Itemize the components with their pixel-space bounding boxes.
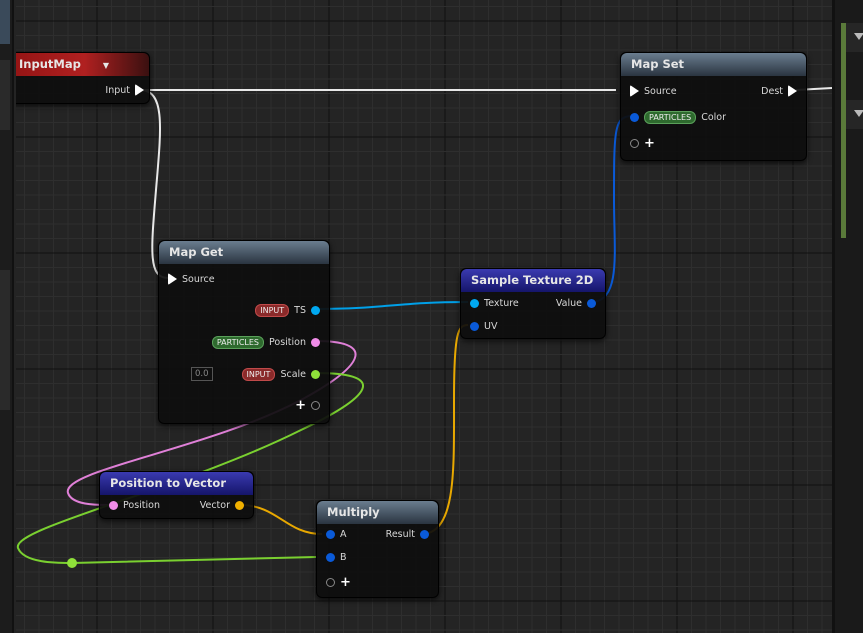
node-title: Map Get bbox=[169, 245, 224, 259]
pin-label: Color bbox=[701, 112, 726, 123]
selection-bar bbox=[841, 23, 846, 238]
left-panel-section bbox=[0, 270, 10, 410]
vector-pin-icon[interactable] bbox=[630, 113, 639, 122]
collapse-arrow-icon[interactable] bbox=[854, 33, 863, 40]
vector-pin-icon[interactable] bbox=[235, 501, 244, 510]
node-header: InputMap ▼ bbox=[16, 53, 149, 76]
vector-pin-icon[interactable] bbox=[470, 322, 479, 331]
pin-color[interactable]: PARTICLES Color bbox=[630, 111, 726, 124]
pin-label: UV bbox=[484, 321, 498, 332]
plus-icon: + bbox=[295, 398, 306, 413]
pin-label: Value bbox=[555, 298, 582, 309]
node-graph-canvas[interactable]: InputMap ▼ Input Map Get Source INPUT TS P… bbox=[16, 0, 832, 633]
pin-position[interactable]: Position bbox=[109, 500, 160, 511]
pin-label: Dest bbox=[761, 85, 783, 97]
left-panel-section bbox=[0, 60, 10, 130]
plus-icon: + bbox=[644, 136, 655, 151]
pin-label: Scale bbox=[280, 369, 306, 380]
pin-value[interactable]: Value bbox=[556, 298, 596, 309]
pin-label: Position bbox=[123, 500, 160, 511]
add-pin-button[interactable]: + bbox=[630, 136, 655, 151]
pin-label: TS bbox=[294, 305, 306, 316]
pin-input[interactable]: Input bbox=[105, 84, 144, 96]
vector-pin-icon[interactable] bbox=[326, 553, 335, 562]
panel-row[interactable] bbox=[846, 100, 863, 130]
pin-label: Source bbox=[182, 273, 215, 285]
dropdown-arrow-icon[interactable]: ▼ bbox=[103, 61, 109, 70]
pin-label: Source bbox=[644, 85, 677, 97]
left-panel-tab[interactable] bbox=[0, 0, 10, 44]
pin-source[interactable]: Source bbox=[630, 85, 677, 97]
node-title: InputMap bbox=[19, 57, 81, 71]
add-pin-button[interactable]: + bbox=[295, 398, 320, 413]
node-sample-texture-2d[interactable]: Sample Texture 2D Texture Value UV bbox=[460, 268, 606, 339]
pin-result[interactable]: Result bbox=[386, 529, 429, 540]
texture-pin-icon[interactable] bbox=[470, 299, 479, 308]
node-header: Multiply bbox=[317, 501, 438, 524]
plus-icon: + bbox=[340, 575, 351, 590]
vector-pin-icon[interactable] bbox=[420, 530, 429, 539]
panel-row[interactable] bbox=[846, 23, 863, 53]
wire-ts-to-texture[interactable] bbox=[315, 301, 469, 310]
exec-pin-icon[interactable] bbox=[630, 85, 639, 97]
left-panel bbox=[0, 0, 14, 633]
pin-a[interactable]: A bbox=[326, 529, 347, 540]
node-map-get[interactable]: Map Get Source INPUT TS PARTICLES Position… bbox=[158, 240, 330, 424]
pin-label: Vector bbox=[199, 500, 230, 511]
position-pin-icon[interactable] bbox=[109, 501, 118, 510]
exec-pin-icon[interactable] bbox=[788, 85, 797, 97]
node-title: Position to Vector bbox=[110, 476, 227, 490]
pin-dest[interactable]: Dest bbox=[761, 85, 797, 97]
add-pin-button[interactable]: + bbox=[326, 575, 351, 590]
pin-b[interactable]: B bbox=[326, 552, 347, 563]
pin-position[interactable]: PARTICLES Position bbox=[211, 336, 320, 349]
namespace-badge: INPUT bbox=[241, 368, 276, 381]
node-header: Map Set bbox=[621, 53, 806, 76]
wire-reroute-knot[interactable] bbox=[67, 558, 77, 568]
pin-label: Texture bbox=[484, 298, 519, 309]
namespace-badge: INPUT bbox=[255, 304, 290, 317]
pin-label: A bbox=[340, 529, 347, 540]
vector-pin-icon[interactable] bbox=[587, 299, 596, 308]
vector-pin-icon[interactable] bbox=[326, 530, 335, 539]
node-position-to-vector[interactable]: Position to Vector Position Vector bbox=[99, 471, 254, 519]
float-pin-icon[interactable] bbox=[311, 370, 320, 379]
pin-uv[interactable]: UV bbox=[470, 321, 497, 332]
node-header: Position to Vector bbox=[100, 472, 253, 495]
add-pin-icon[interactable] bbox=[311, 401, 320, 410]
node-map-set[interactable]: Map Set Source Dest PARTICLES Color + bbox=[620, 52, 807, 161]
pin-label: Input bbox=[105, 84, 130, 96]
node-title: Map Set bbox=[631, 57, 685, 71]
pin-ts[interactable]: INPUT TS bbox=[255, 304, 320, 317]
pin-label: Position bbox=[269, 337, 306, 348]
right-panel bbox=[832, 0, 863, 633]
add-pin-icon[interactable] bbox=[630, 139, 639, 148]
add-pin-icon[interactable] bbox=[326, 578, 335, 587]
node-header: Sample Texture 2D bbox=[461, 269, 605, 292]
namespace-badge: PARTICLES bbox=[211, 336, 264, 349]
node-header: Map Get bbox=[159, 241, 329, 264]
exec-pin-icon[interactable] bbox=[168, 273, 177, 285]
pin-label: B bbox=[340, 552, 347, 563]
pin-scale[interactable]: INPUT Scale bbox=[241, 368, 320, 381]
pin-source[interactable]: Source bbox=[168, 273, 215, 285]
node-multiply[interactable]: Multiply A Result B + bbox=[316, 500, 439, 598]
pin-texture[interactable]: Texture bbox=[470, 298, 519, 309]
pin-vector[interactable]: Vector bbox=[200, 500, 244, 511]
node-title: Multiply bbox=[327, 505, 380, 519]
namespace-badge: PARTICLES bbox=[644, 111, 697, 124]
exec-pin-icon[interactable] bbox=[135, 84, 144, 96]
scale-default-input[interactable]: 0.0 bbox=[191, 367, 213, 381]
node-title: Sample Texture 2D bbox=[471, 273, 594, 287]
pin-label: Result bbox=[385, 529, 415, 540]
node-input-map[interactable]: InputMap ▼ Input bbox=[16, 52, 150, 104]
collapse-arrow-icon[interactable] bbox=[854, 110, 863, 117]
texture-pin-icon[interactable] bbox=[311, 306, 320, 315]
position-pin-icon[interactable] bbox=[311, 338, 320, 347]
